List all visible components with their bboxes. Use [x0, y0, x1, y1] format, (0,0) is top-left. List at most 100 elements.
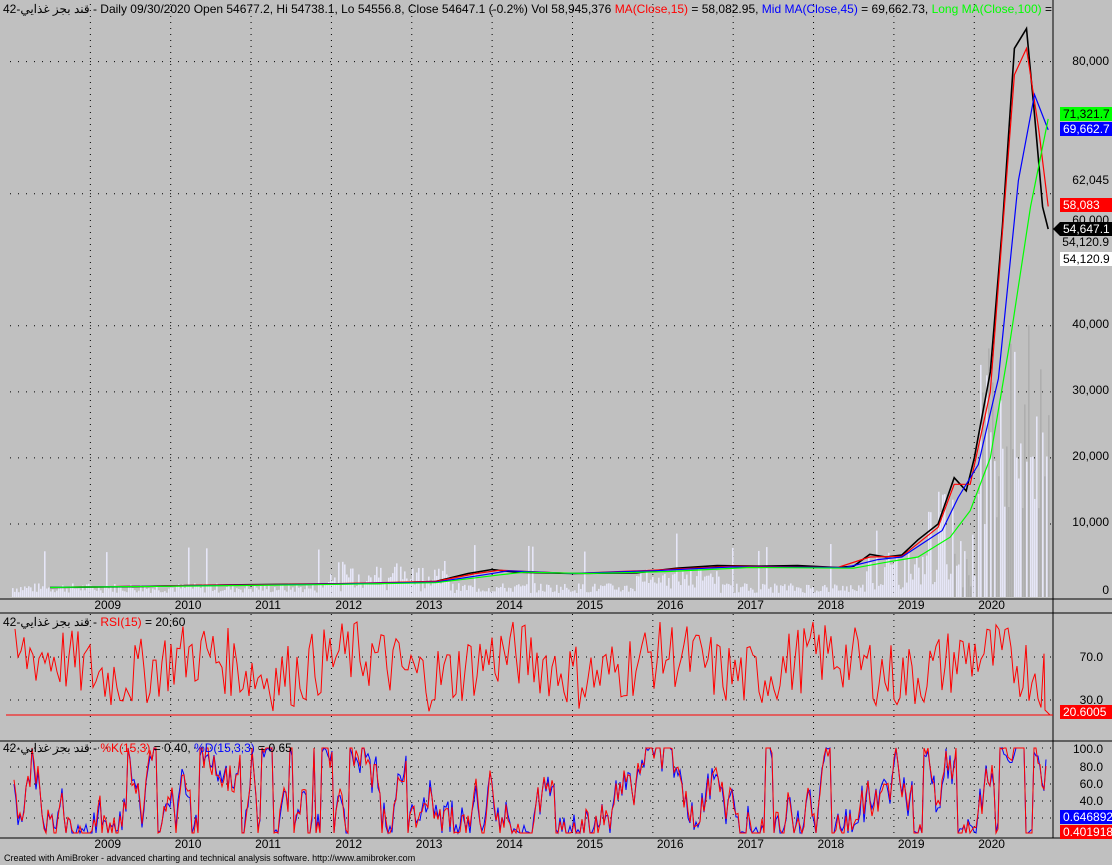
x-tick-label: 2011 — [255, 837, 281, 851]
volume-bar — [1038, 508, 1040, 597]
volume-bar — [802, 592, 804, 597]
rsi-marker: 20.6005 — [1063, 705, 1107, 719]
volume-bar — [1000, 400, 1002, 597]
ma100-legend: Long MA(Close,100) — [932, 2, 1042, 16]
volume-bar — [228, 584, 230, 597]
volume-bar — [502, 583, 504, 597]
ma15-legend: MA(Close,15) — [615, 2, 688, 16]
volume-bar — [676, 533, 678, 597]
volume-bar — [608, 583, 610, 597]
y-tick-label: 30,000 — [1072, 383, 1109, 397]
volume-bar — [884, 567, 886, 597]
volume-bar — [530, 592, 532, 597]
volume-bar — [686, 574, 688, 597]
stoch-header: 42-قند بجز غذايي - %K(15,3) = 0.40, %D(1… — [3, 741, 292, 755]
volume-bar — [494, 591, 496, 597]
volume-bar — [962, 587, 964, 597]
x-tick-label: 2017 — [737, 598, 764, 612]
volume-bar — [124, 591, 126, 597]
volume-bar — [834, 584, 836, 597]
volume-bar — [832, 588, 834, 597]
volume-bar — [370, 577, 372, 597]
volume-bar — [618, 587, 620, 597]
volume-bar — [778, 592, 780, 597]
volume-bar — [914, 564, 916, 597]
volume-bar — [628, 591, 630, 597]
volume-bar — [888, 552, 890, 597]
volume-bar — [470, 585, 472, 597]
volume-bar — [160, 592, 162, 597]
volume-bar — [338, 562, 340, 597]
volume-bar — [638, 576, 640, 597]
volume-bar — [644, 581, 646, 597]
volume-bar — [852, 589, 854, 597]
volume-bar — [774, 583, 776, 597]
volume-bar — [696, 576, 698, 597]
volume-bar — [510, 588, 512, 597]
volume-bar — [748, 590, 750, 597]
volume-bar — [144, 586, 146, 597]
volume-bar — [504, 587, 506, 597]
volume-bar — [168, 588, 170, 597]
volume-bar — [276, 590, 278, 597]
x-tick-label: 2013 — [416, 598, 443, 612]
volume-bar — [936, 569, 938, 597]
volume-bar — [632, 588, 634, 597]
y-tick-label: 80,000 — [1072, 54, 1109, 68]
volume-bar — [622, 590, 624, 597]
volume-bar — [122, 590, 124, 597]
volume-bar — [1022, 508, 1024, 597]
volume-bar — [48, 587, 50, 597]
volume-bar — [846, 586, 848, 597]
volume-bar — [330, 574, 332, 597]
volume-bar — [756, 592, 758, 597]
volume-bar — [886, 560, 888, 597]
volume-bar — [678, 581, 680, 597]
stoch-tick-label: 100.0 — [1073, 742, 1103, 756]
stoch-marker: 0.401918 — [1063, 825, 1112, 839]
x-tick-label: 2015 — [576, 837, 603, 851]
volume-bar — [170, 587, 172, 597]
volume-bar — [750, 587, 752, 597]
volume-bar — [682, 571, 684, 597]
x-tick-label: 2012 — [335, 837, 362, 851]
volume-bar — [222, 590, 224, 597]
volume-bar — [636, 575, 638, 597]
volume-bar — [868, 558, 870, 597]
volume-bar — [614, 589, 616, 597]
volume-bar — [976, 496, 978, 597]
volume-bar — [406, 578, 408, 597]
volume-bar — [534, 583, 536, 597]
volume-bar — [294, 591, 296, 597]
volume-bar — [830, 544, 832, 597]
volume-bar — [342, 561, 344, 597]
volume-bar — [1040, 369, 1042, 597]
volume-bar — [604, 585, 606, 597]
volume-bar — [292, 587, 294, 597]
volume-bar — [746, 583, 748, 597]
volume-bar — [646, 569, 648, 597]
volume-bar — [576, 592, 578, 597]
volume-bar — [992, 382, 994, 597]
volume-bar — [466, 590, 468, 597]
volume-bar — [280, 583, 282, 597]
volume-bar — [768, 588, 770, 597]
volume-bar — [18, 592, 20, 597]
x-tick-label: 2015 — [576, 598, 603, 612]
volume-bar — [450, 590, 452, 597]
volume-bar — [374, 575, 376, 597]
volume-bar — [584, 551, 586, 597]
volume-bar — [668, 578, 670, 597]
volume-bar — [766, 547, 768, 597]
volume-bar — [732, 547, 734, 597]
volume-bar — [378, 577, 380, 597]
volume-bar — [506, 591, 508, 597]
chart-canvas[interactable]: 80,00060,00040,00030,00020,00010,000062,… — [0, 0, 1112, 865]
volume-bar — [1024, 404, 1026, 597]
volume-bar — [78, 588, 80, 597]
volume-bar — [508, 587, 510, 597]
volume-bar — [1018, 478, 1020, 597]
volume-bar — [106, 552, 108, 597]
volume-bar — [758, 550, 760, 597]
volume-bar — [224, 589, 226, 597]
